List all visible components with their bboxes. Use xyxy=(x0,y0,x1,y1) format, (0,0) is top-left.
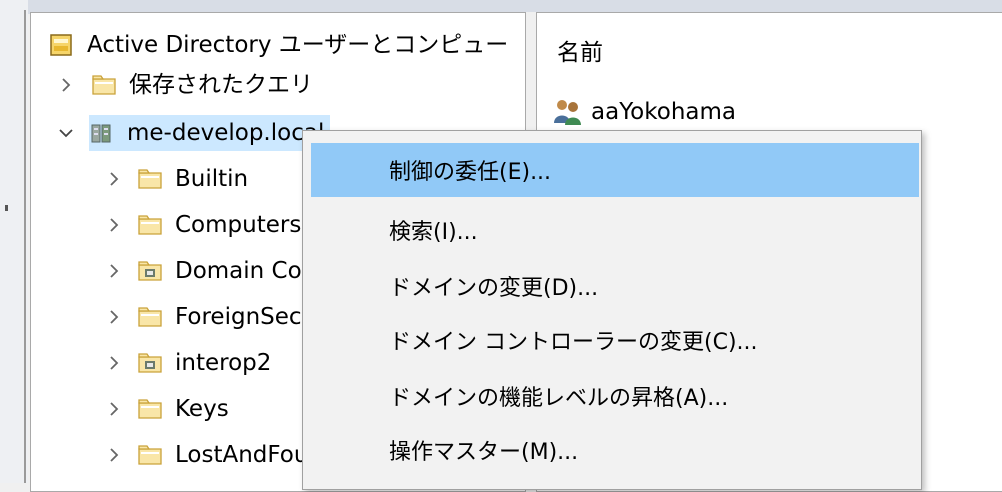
chevron-right-icon[interactable] xyxy=(105,216,123,234)
context-menu: 制御の委任(E)... 検索(I)... ドメインの変更(D)... ドメイン … xyxy=(302,130,922,490)
menu-item-find[interactable]: 検索(I)... xyxy=(311,203,919,257)
folder-icon xyxy=(138,399,162,419)
menu-item-operations-masters[interactable]: 操作マスター(M)... xyxy=(311,423,919,477)
chevron-down-icon[interactable] xyxy=(57,124,75,142)
folder-icon xyxy=(92,75,116,95)
menu-item-change-domain[interactable]: ドメインの変更(D)... xyxy=(311,259,919,313)
group-icon xyxy=(554,100,581,125)
chevron-right-icon[interactable] xyxy=(105,262,123,280)
folder-icon xyxy=(138,169,162,189)
domain-icon xyxy=(91,124,111,143)
folder-icon xyxy=(138,307,162,327)
menu-item-label: 操作マスター(M)... xyxy=(389,440,579,465)
menu-item-delegate-control[interactable]: 制御の委任(E)... xyxy=(311,143,919,197)
frame-edge xyxy=(24,10,26,483)
ou-folder-icon xyxy=(138,353,162,373)
chevron-right-icon[interactable] xyxy=(57,76,75,94)
list-item[interactable]: aaYokohama xyxy=(551,97,736,127)
ad-snapin-icon xyxy=(50,34,72,56)
left-frame xyxy=(0,0,28,483)
chevron-right-icon[interactable] xyxy=(105,308,123,326)
tree-node-child[interactable]: interop2 xyxy=(49,343,277,383)
frame-mark xyxy=(5,205,8,211)
folder-icon xyxy=(138,445,162,465)
chevron-right-icon[interactable] xyxy=(105,170,123,188)
menu-item-label: ドメインの機能レベルの昇格(A)... xyxy=(389,386,729,411)
chevron-right-icon[interactable] xyxy=(105,354,123,372)
tree-node-saved-queries[interactable]: 保存されたクエリ xyxy=(49,65,319,105)
column-header-name[interactable]: 名前 xyxy=(557,33,603,67)
menu-item-change-domain-controller[interactable]: ドメイン コントローラーの変更(C)... xyxy=(311,313,919,367)
tree-root-node[interactable]: Active Directory ユーザーとコンピュー xyxy=(49,25,508,65)
tree-node-label: Builtin xyxy=(175,166,249,192)
chevron-right-icon[interactable] xyxy=(105,446,123,464)
tree-node-label: 保存されたクエリ xyxy=(129,72,313,98)
chevron-right-icon[interactable] xyxy=(105,400,123,418)
menu-item-label: ドメインの変更(D)... xyxy=(389,276,599,301)
tree-node-label: me-develop.local xyxy=(127,120,325,146)
tree-node-label: interop2 xyxy=(175,350,272,376)
tree-root-label: Active Directory ユーザーとコンピュー xyxy=(87,32,509,58)
tree-node-child[interactable]: LostAndFound xyxy=(49,435,344,475)
menu-item-label: 制御の委任(E)... xyxy=(389,160,552,185)
tree-node-label: Computers xyxy=(175,212,302,238)
list-item-label: aaYokohama xyxy=(591,99,736,125)
tree-node-child[interactable]: Keys xyxy=(49,389,235,429)
tree-node-label: Keys xyxy=(175,396,229,422)
menu-item-label: ドメイン コントローラーの変更(C)... xyxy=(389,330,758,355)
ou-folder-icon xyxy=(138,261,162,281)
menu-item-label: 検索(I)... xyxy=(389,220,478,245)
tree-node-child[interactable]: Computers xyxy=(49,205,307,245)
tree-node-child[interactable]: Builtin xyxy=(49,159,254,199)
tree-node-domain[interactable]: me-develop.local xyxy=(49,113,331,153)
folder-icon xyxy=(138,215,162,235)
menu-item-raise-functional-level[interactable]: ドメインの機能レベルの昇格(A)... xyxy=(311,369,919,423)
